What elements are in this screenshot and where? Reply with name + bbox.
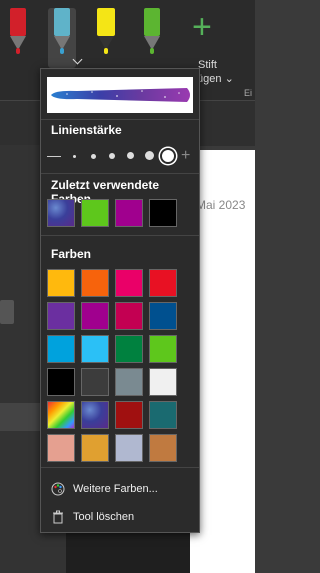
color-swatch[interactable] — [115, 302, 143, 330]
trash-icon — [51, 510, 65, 524]
color-swatch[interactable] — [81, 368, 109, 396]
pen-nib — [60, 48, 64, 54]
color-swatch[interactable] — [115, 335, 143, 363]
more-colors-button[interactable]: Weitere Farben... — [51, 479, 158, 499]
size-option-1[interactable] — [73, 155, 76, 158]
recent-color-swatch-galaxy[interactable] — [47, 199, 75, 227]
color-swatch[interactable] — [47, 335, 75, 363]
chevron-down-icon: ⌄ — [224, 73, 234, 85]
page-date: Mai 2023 — [196, 198, 246, 212]
nav-item-selected[interactable] — [0, 403, 40, 431]
size-option-5[interactable] — [145, 151, 154, 160]
pen-body — [144, 8, 160, 36]
color-swatch[interactable] — [47, 269, 75, 297]
pen-options-dropdown: Linienstärke + Zuletzt verwendete Farben… — [40, 68, 200, 533]
recent-color-swatch-purple[interactable] — [115, 199, 143, 227]
recent-color-swatch-black[interactable] — [149, 199, 177, 227]
color-swatch[interactable] — [47, 302, 75, 330]
divider — [41, 467, 199, 468]
pen-nib — [150, 48, 154, 54]
divider — [41, 119, 199, 120]
size-option-4[interactable] — [127, 152, 134, 159]
red-pen-button[interactable] — [4, 8, 32, 56]
pen-stroke-preview — [47, 77, 193, 113]
ribbon-group-label: Ei — [244, 88, 253, 98]
pen-nib — [104, 48, 108, 54]
color-swatch[interactable] — [81, 401, 109, 429]
stroke-preview-graphic — [51, 88, 190, 102]
pen-nib — [16, 48, 20, 54]
color-swatch[interactable] — [115, 368, 143, 396]
green-pen-button[interactable] — [138, 8, 166, 56]
color-swatch[interactable] — [47, 368, 75, 396]
color-swatch[interactable] — [149, 269, 177, 297]
color-swatch[interactable] — [47, 401, 75, 429]
nav-item[interactable] — [0, 300, 14, 324]
pen-body — [54, 8, 70, 36]
pen-body — [10, 8, 26, 36]
line-width-title: Linienstärke — [51, 123, 122, 137]
status-area — [66, 532, 190, 573]
plus-icon: + — [192, 8, 212, 46]
palette-icon — [51, 482, 65, 496]
color-swatch[interactable] — [149, 302, 177, 330]
color-swatch[interactable] — [115, 401, 143, 429]
divider — [41, 235, 199, 236]
size-plus-icon[interactable]: + — [181, 148, 193, 164]
color-swatch[interactable] — [81, 434, 109, 462]
divider — [41, 173, 199, 174]
size-option-3[interactable] — [109, 153, 115, 159]
color-swatch[interactable] — [81, 302, 109, 330]
color-swatch[interactable] — [115, 434, 143, 462]
color-swatch[interactable] — [149, 434, 177, 462]
color-swatch[interactable] — [115, 269, 143, 297]
color-swatch[interactable] — [81, 269, 109, 297]
size-option-2[interactable] — [91, 154, 96, 159]
delete-tool-label: Tool löschen — [73, 511, 135, 523]
size-option-selected[interactable] — [160, 148, 176, 164]
color-swatch[interactable] — [149, 335, 177, 363]
recent-color-swatch-green[interactable] — [81, 199, 109, 227]
pen-body — [97, 8, 115, 36]
color-swatch[interactable] — [81, 335, 109, 363]
size-minus-icon[interactable] — [47, 156, 61, 157]
more-colors-label: Weitere Farben... — [73, 483, 158, 495]
yellow-highlighter-button[interactable] — [92, 8, 120, 56]
color-swatch[interactable] — [149, 368, 177, 396]
colors-title: Farben — [51, 247, 92, 261]
color-swatch[interactable] — [47, 434, 75, 462]
delete-tool-button[interactable]: Tool löschen — [51, 507, 134, 527]
color-swatch[interactable] — [149, 401, 177, 429]
line-width-selector[interactable]: + — [47, 147, 193, 167]
